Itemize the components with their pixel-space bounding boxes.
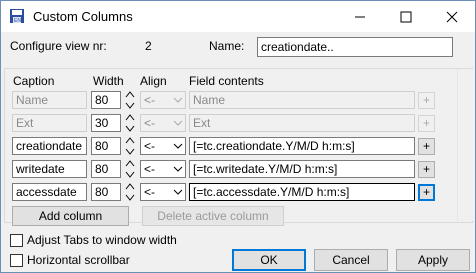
- svg-text:EN: EN: [14, 18, 21, 24]
- align-select: <-: [140, 114, 186, 132]
- align-value: <-: [144, 116, 156, 130]
- insert-placeholder-button: +: [418, 115, 435, 132]
- spin-arrows-icon[interactable]: [125, 181, 135, 203]
- minimize-icon: [355, 16, 365, 17]
- width-input[interactable]: 80: [91, 91, 121, 109]
- chevron-down-icon: [173, 143, 183, 149]
- align-value: <-: [144, 139, 156, 153]
- align-value: <-: [144, 185, 156, 199]
- view-number: 2: [145, 39, 152, 53]
- width-header: Width: [93, 74, 124, 88]
- configure-view-label: Configure view nr:: [10, 39, 107, 53]
- field-contents-input[interactable]: [=tc.accessdate.Y/M/D h:m:s]: [189, 183, 415, 201]
- width-input[interactable]: 30: [91, 114, 121, 132]
- maximize-button[interactable]: [383, 1, 429, 32]
- adjust-tabs-checkbox[interactable]: [10, 234, 23, 247]
- field-contents-input: Ext: [189, 114, 415, 132]
- field-contents-input[interactable]: [=tc.writedate.Y/M/D h:m:s]: [189, 160, 415, 178]
- insert-placeholder-button[interactable]: +: [418, 161, 435, 178]
- align-select[interactable]: <-: [140, 183, 186, 201]
- delete-active-column-button: Delete active column: [142, 206, 284, 226]
- caption-header: Caption: [13, 74, 55, 88]
- width-input[interactable]: 80: [91, 160, 121, 178]
- close-button[interactable]: [429, 1, 475, 32]
- caption-input: Name: [12, 91, 87, 109]
- apply-button[interactable]: Apply: [396, 249, 470, 271]
- caption-input[interactable]: writedate: [12, 160, 87, 178]
- view-name-input[interactable]: creationdate..: [257, 37, 453, 57]
- name-label: Name:: [209, 39, 245, 53]
- field-contents-input[interactable]: [=tc.creationdate.Y/M/D h:m:s]: [189, 137, 415, 155]
- align-value: <-: [144, 93, 156, 107]
- insert-placeholder-button[interactable]: +: [418, 184, 435, 201]
- custom-columns-dialog: EN Custom Columns Configure view nr: 2 N…: [0, 0, 476, 273]
- align-select[interactable]: <-: [140, 160, 186, 178]
- close-icon: [446, 11, 458, 22]
- caption-input: Ext: [12, 114, 87, 132]
- minimize-button[interactable]: [337, 1, 383, 32]
- title-bar: EN Custom Columns: [1, 1, 475, 32]
- chevron-down-icon: [173, 166, 183, 172]
- chevron-down-icon: [173, 97, 183, 103]
- vertical-scrollbar[interactable]: [457, 69, 475, 221]
- horizontal-scrollbar-checkbox[interactable]: [10, 254, 23, 267]
- spin-arrows-icon[interactable]: [125, 89, 135, 111]
- caption-input[interactable]: creationdate: [12, 137, 87, 155]
- adjust-tabs-label[interactable]: Adjust Tabs to window width: [27, 233, 177, 247]
- cancel-button[interactable]: Cancel: [314, 249, 388, 271]
- horizontal-scrollbar-label[interactable]: Horizontal scrollbar: [27, 253, 130, 267]
- align-value: <-: [144, 162, 156, 176]
- spin-arrows-icon[interactable]: [125, 158, 135, 180]
- field-contents-header: Field contents: [189, 74, 264, 88]
- window-title: Custom Columns: [33, 9, 133, 24]
- width-input[interactable]: 80: [91, 137, 121, 155]
- chevron-down-icon: [173, 120, 183, 126]
- width-input[interactable]: 80: [91, 183, 121, 201]
- add-column-button[interactable]: Add column: [12, 206, 129, 226]
- spin-arrows-icon[interactable]: [125, 112, 135, 134]
- insert-placeholder-button: +: [418, 92, 435, 109]
- align-header: Align: [140, 74, 167, 88]
- field-contents-input: Name: [189, 91, 415, 109]
- maximize-icon: [400, 11, 412, 22]
- insert-placeholder-button[interactable]: +: [418, 138, 435, 155]
- app-disk-icon: EN: [10, 9, 24, 24]
- align-select: <-: [140, 91, 186, 109]
- ok-button[interactable]: OK: [232, 249, 306, 271]
- caption-input[interactable]: accessdate: [12, 183, 87, 201]
- chevron-down-icon: [173, 189, 183, 195]
- align-select[interactable]: <-: [140, 137, 186, 155]
- spin-arrows-icon[interactable]: [125, 135, 135, 157]
